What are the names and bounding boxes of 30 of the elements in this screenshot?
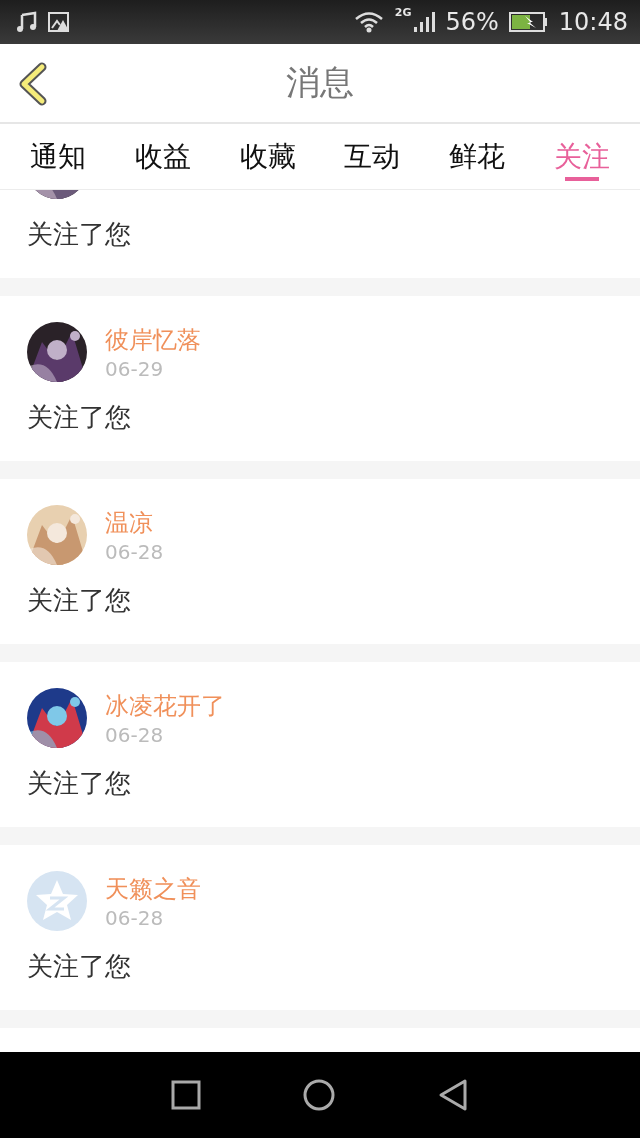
- tab[interactable]: 通知: [6, 124, 111, 189]
- signal-icon: [413, 11, 436, 33]
- recent-apps-button[interactable]: [170, 1080, 201, 1110]
- back-nav-button[interactable]: [437, 1078, 470, 1112]
- clock: 10:48: [558, 8, 628, 36]
- message-text: 关注了您: [27, 218, 132, 251]
- battery-charging-icon: [508, 11, 549, 33]
- date: 06-28: [105, 722, 165, 748]
- battery-percent: 56%: [445, 8, 499, 36]
- home-button[interactable]: [302, 1078, 336, 1112]
- date: 06-28: [105, 539, 164, 565]
- tab[interactable]: 互动: [320, 124, 425, 189]
- message-card[interactable]: 彼岸忆落 06-29 关注了您: [0, 296, 640, 461]
- image-warning-icon: [48, 11, 70, 33]
- tab[interactable]: 收藏: [215, 124, 320, 189]
- message-text: 关注了您: [27, 950, 132, 983]
- date: 06-28: [105, 905, 165, 931]
- page-title: 消息: [286, 61, 354, 104]
- tab[interactable]: 鲜花: [424, 124, 530, 189]
- message-text: 关注了您: [27, 584, 132, 617]
- network-type: 2G: [394, 6, 412, 19]
- music-icon: [16, 11, 38, 33]
- date: 06-29: [105, 356, 165, 382]
- message-text: 关注了您: [27, 401, 132, 434]
- default-avatar-icon: [27, 871, 87, 931]
- message-card[interactable]: 冰凌花开了 06-28 关注了您: [0, 662, 640, 827]
- message-card[interactable]: 天籁之音 06-28 关注了您: [0, 845, 640, 1010]
- message-text: 关注了您: [27, 767, 132, 800]
- tab[interactable]: 收益: [110, 124, 216, 189]
- message-card[interactable]: 温凉 06-28 关注了您: [0, 479, 640, 644]
